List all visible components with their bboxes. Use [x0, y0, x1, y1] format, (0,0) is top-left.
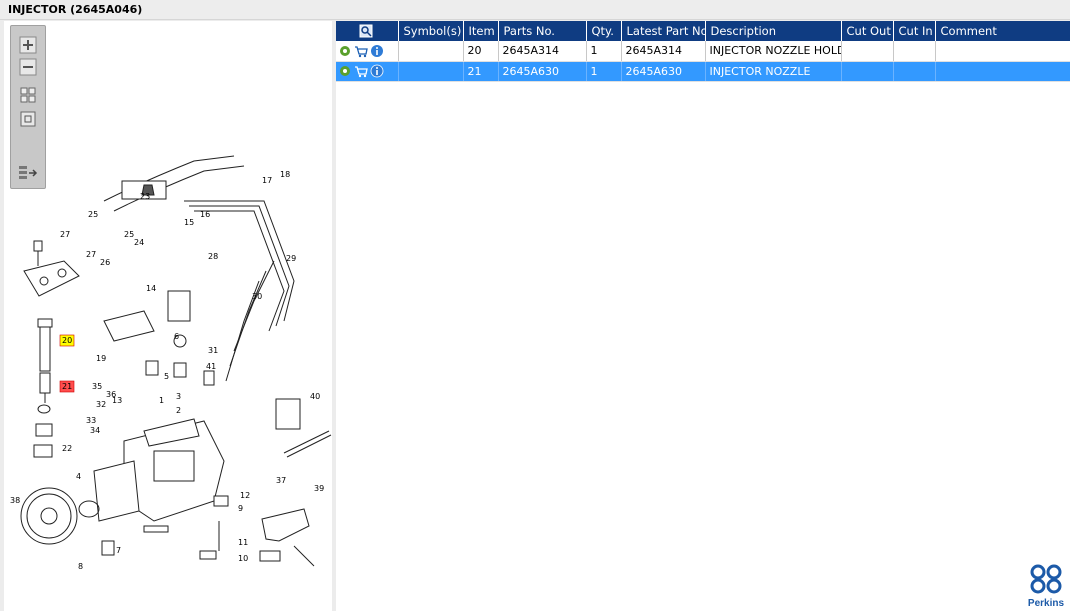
callout-26[interactable]: 26 [100, 258, 110, 267]
column-header-icons[interactable] [336, 21, 399, 41]
cell-qty: 1 [586, 61, 622, 82]
info-icon[interactable] [370, 44, 384, 58]
callout-30[interactable]: 30 [252, 292, 262, 301]
cell-item: 21 [463, 61, 499, 82]
callout-31[interactable]: 31 [208, 346, 218, 355]
callout-22[interactable]: 22 [62, 444, 72, 453]
callout-19[interactable]: 19 [96, 354, 106, 363]
parts-table: Symbol(s) Item Parts No. Qty. Latest Par… [336, 21, 1070, 82]
callout-12[interactable]: 12 [240, 491, 250, 500]
callout-38[interactable]: 38 [10, 496, 20, 505]
column-header-comment[interactable]: Comment [935, 21, 1070, 41]
column-header-latest-part-no[interactable]: Latest Part No. [621, 21, 706, 41]
zoom-out-icon [19, 58, 37, 76]
callout-2[interactable]: 2 [176, 406, 181, 415]
fit-all-icon [20, 87, 36, 103]
diagram-panel[interactable]: 20 21 1 2 3 4 5 6 7 8 9 10 11 12 13 14 15 16 17 18 19 22 23 2… [4, 21, 332, 611]
info-icon[interactable] [370, 64, 384, 78]
column-header-parts-no[interactable]: Parts No. [498, 21, 587, 41]
perkins-logo-text: Perkins [1027, 598, 1065, 609]
callout-25[interactable]: 25 [124, 230, 134, 239]
row-icons [336, 61, 399, 82]
callout-10[interactable]: 10 [238, 554, 248, 563]
callout-5[interactable]: 5 [164, 372, 169, 381]
callout-17[interactable]: 17 [262, 176, 272, 185]
zoom-in-button[interactable] [17, 36, 39, 54]
callout-21[interactable]: 21 [62, 382, 72, 391]
gear-icon[interactable] [338, 64, 352, 78]
cell-symbols [398, 61, 464, 82]
callout-27[interactable]: 27 [60, 230, 70, 239]
callout-37[interactable]: 37 [276, 476, 286, 485]
exploded-parts-diagram[interactable]: 20 21 1234567891011121314151617181922232… [4, 141, 332, 581]
cell-qty: 1 [586, 41, 622, 62]
gear-icon[interactable] [338, 44, 352, 58]
parts-list-panel: Symbol(s) Item Parts No. Qty. Latest Par… [336, 21, 1070, 611]
callout-36[interactable]: 36 [106, 390, 116, 399]
callout-11[interactable]: 11 [238, 538, 248, 547]
callout-14[interactable]: 14 [146, 284, 156, 293]
column-header-symbols[interactable]: Symbol(s) [398, 21, 464, 41]
fit-all-button[interactable] [17, 86, 39, 104]
callout-4[interactable]: 4 [76, 472, 81, 481]
cell-description: INJECTOR NOZZLE [705, 61, 842, 82]
actual-size-icon [20, 111, 36, 127]
column-header-cut-in[interactable]: Cut In [893, 21, 936, 41]
cell-part-no: 2645A630 [498, 61, 587, 82]
table-row-selected[interactable]: 21 2645A630 1 2645A630 INJECTOR NOZZLE [336, 61, 1070, 82]
cell-latest-part-no: 2645A630 [621, 61, 706, 82]
callout-33[interactable]: 33 [86, 416, 96, 425]
callout-32[interactable]: 32 [96, 400, 106, 409]
search-icon[interactable] [359, 24, 373, 38]
callout-28[interactable]: 28 [208, 252, 218, 261]
cart-icon[interactable] [354, 64, 368, 78]
cart-icon[interactable] [354, 44, 368, 58]
actual-size-button[interactable] [17, 110, 39, 128]
row-icons [336, 41, 399, 62]
callout-40[interactable]: 40 [310, 392, 320, 401]
callout-34[interactable]: 34 [90, 426, 100, 435]
callout-15[interactable]: 15 [184, 218, 194, 227]
callout-9[interactable]: 9 [238, 504, 243, 513]
cell-comment [935, 61, 1070, 82]
callout-3[interactable]: 3 [176, 392, 181, 401]
zoom-in-icon [19, 36, 37, 54]
callout-6[interactable]: 6 [174, 332, 179, 341]
callout-41[interactable]: 41 [206, 362, 216, 371]
cell-symbols [398, 41, 464, 62]
cell-description: INJECTOR NOZZLE HOLDE [705, 41, 842, 62]
callout-18[interactable]: 18 [280, 170, 290, 179]
cell-comment [935, 41, 1070, 62]
table-header-row: Symbol(s) Item Parts No. Qty. Latest Par… [336, 21, 1070, 41]
cell-cut-in [893, 41, 936, 62]
column-header-cut-out[interactable]: Cut Out [841, 21, 894, 41]
perkins-logo: Perkins [1026, 563, 1066, 609]
callout-7[interactable]: 7 [116, 546, 121, 555]
callout-1[interactable]: 1 [159, 396, 164, 405]
callout-39[interactable]: 39 [314, 484, 324, 493]
cell-cut-out [841, 41, 894, 62]
callout-27[interactable]: 27 [86, 250, 96, 259]
callout-35[interactable]: 35 [92, 382, 102, 391]
callout-23[interactable]: 23 [140, 192, 150, 201]
cell-cut-out [841, 61, 894, 82]
column-header-description[interactable]: Description [705, 21, 842, 41]
zoom-out-button[interactable] [17, 58, 39, 76]
perkins-logo-mark [1030, 564, 1062, 594]
cell-latest-part-no: 2645A314 [621, 41, 706, 62]
callout-29[interactable]: 29 [286, 254, 296, 263]
title-bar: INJECTOR (2645A046) [0, 0, 1070, 20]
callout-25[interactable]: 25 [88, 210, 98, 219]
cell-cut-in [893, 61, 936, 82]
callout-24[interactable]: 24 [134, 238, 144, 247]
window-title: INJECTOR (2645A046) [8, 3, 143, 16]
callout-8[interactable]: 8 [78, 562, 83, 571]
callout-16[interactable]: 16 [200, 210, 210, 219]
column-header-item[interactable]: Item [463, 21, 499, 41]
callout-20[interactable]: 20 [62, 336, 72, 345]
cell-part-no: 2645A314 [498, 41, 587, 62]
cell-item: 20 [463, 41, 499, 62]
column-header-qty[interactable]: Qty. [586, 21, 622, 41]
table-row[interactable]: 20 2645A314 1 2645A314 INJECTOR NOZZLE H… [336, 41, 1070, 62]
